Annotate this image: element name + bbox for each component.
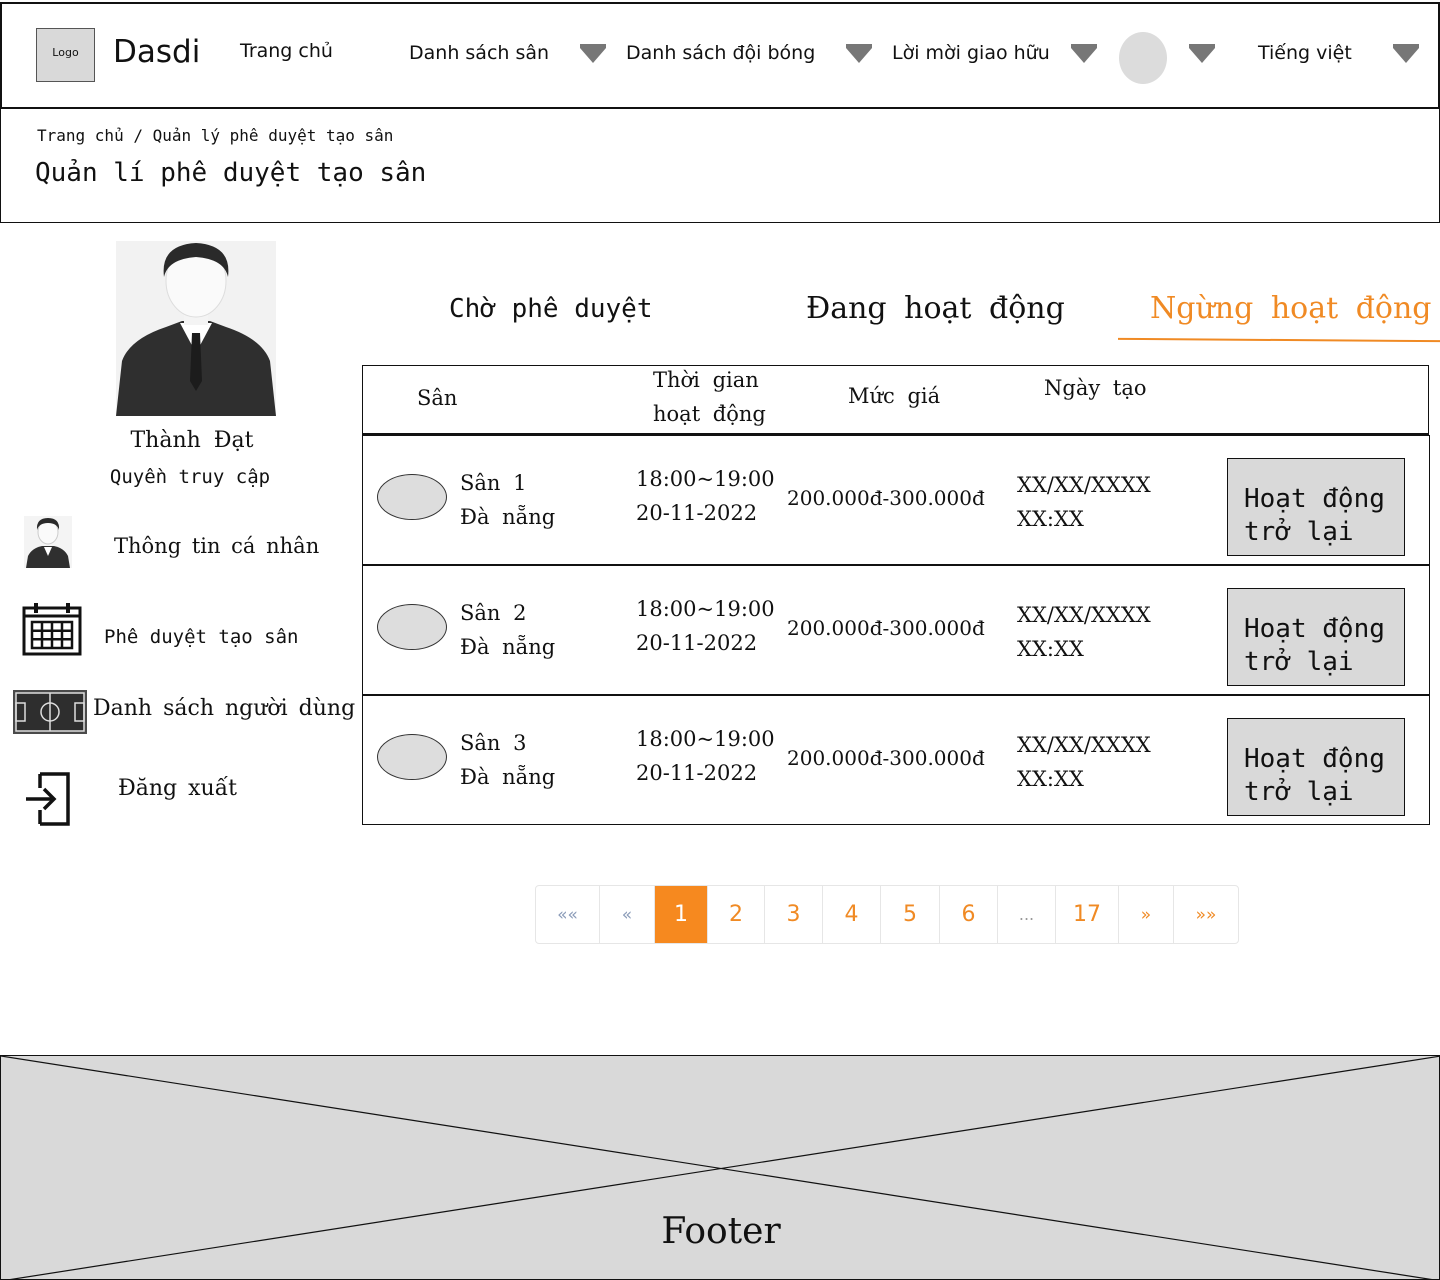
calendar-icon xyxy=(22,602,82,656)
field-name: Sân 2 xyxy=(460,601,527,625)
pagination: «« « 1 2 3 4 5 6 ... 17 » »» xyxy=(535,885,1239,944)
field-time: 18:00~19:00 xyxy=(636,597,775,621)
column-header-price: Mức giá xyxy=(848,384,941,408)
page-button-17[interactable]: 17 xyxy=(1056,886,1119,943)
field-name: Sân 3 xyxy=(460,731,527,755)
page-button-1[interactable]: 1 xyxy=(655,886,708,943)
created-date: XX/XX/XXXX xyxy=(1017,473,1151,497)
reactivate-label: trở lại xyxy=(1244,647,1354,677)
avatar[interactable] xyxy=(1119,32,1167,84)
sidebar-item-users[interactable]: Danh sách người dùng xyxy=(10,688,360,754)
top-navbar: Logo Dasdi Trang chủ Danh sách sân Danh … xyxy=(0,2,1440,109)
page-button-4[interactable]: 4 xyxy=(823,886,881,943)
nav-home-link[interactable]: Trang chủ xyxy=(240,40,333,62)
nav-teams-link[interactable]: Danh sách đội bóng xyxy=(626,42,815,64)
field-date: 20-11-2022 xyxy=(636,501,758,525)
reactivate-button[interactable]: Hoạt động trở lại xyxy=(1227,588,1405,686)
fields-table: Sân Thời gian hoạt động Mức giá Ngày tạo… xyxy=(362,365,1430,825)
logout-icon xyxy=(24,770,72,828)
field-time: 18:00~19:00 xyxy=(636,727,775,751)
field-price: 200.000đ-300.000đ xyxy=(787,746,985,770)
sidebar-item-profile[interactable]: Thông tin cá nhân xyxy=(10,514,360,580)
field-price: 200.000đ-300.000đ xyxy=(787,616,985,640)
field-thumbnail xyxy=(377,604,447,650)
footer-label: Footer xyxy=(661,1211,781,1252)
field-thumbnail xyxy=(377,474,447,520)
chevron-down-icon[interactable] xyxy=(1071,44,1097,63)
reactivate-label: Hoạt động xyxy=(1244,614,1385,644)
reactivate-button[interactable]: Hoạt động trở lại xyxy=(1227,718,1405,816)
tab-active[interactable]: Đang hoạt động xyxy=(806,291,1065,326)
created-date: XX/XX/XXXX xyxy=(1017,733,1151,757)
chevron-down-icon[interactable] xyxy=(580,44,606,63)
field-date: 20-11-2022 xyxy=(636,761,758,785)
table-row: Sân 3 Đà nẵng 18:00~19:00 20-11-2022 200… xyxy=(362,695,1430,825)
tab-active-indicator xyxy=(1117,337,1440,343)
created-time: XX:XX xyxy=(1017,637,1084,661)
chevron-down-icon[interactable] xyxy=(846,44,872,63)
chevron-down-icon[interactable] xyxy=(1393,44,1419,63)
page-button-6[interactable]: 6 xyxy=(940,886,998,943)
reactivate-label: Hoạt động xyxy=(1244,484,1385,514)
tab-stopped[interactable]: Ngừng hoạt động xyxy=(1150,291,1432,326)
sidebar-item-label: Thông tin cá nhân xyxy=(114,534,320,558)
column-header-time: hoạt động xyxy=(653,402,766,426)
nav-fields-link[interactable]: Danh sách sân xyxy=(409,42,549,64)
field-time: 18:00~19:00 xyxy=(636,467,775,491)
brand-name[interactable]: Dasdi xyxy=(113,34,200,70)
reactivate-button[interactable]: Hoạt động trở lại xyxy=(1227,458,1405,556)
profile-name: Thành Đạt xyxy=(130,428,254,453)
created-time: XX:XX xyxy=(1017,507,1084,531)
field-date: 20-11-2022 xyxy=(636,631,758,655)
chevron-down-icon[interactable] xyxy=(1189,44,1215,63)
person-icon xyxy=(24,516,72,568)
logo[interactable]: Logo xyxy=(36,28,95,82)
reactivate-label: Hoạt động xyxy=(1244,744,1385,774)
reactivate-label: trở lại xyxy=(1244,517,1354,547)
nav-invites-link[interactable]: Lời mời giao hữu xyxy=(892,42,1050,64)
page-title: Quản lí phê duyệt tạo sân xyxy=(35,158,427,188)
column-header-created: Ngày tạo xyxy=(1044,376,1147,400)
column-header-field: Sân xyxy=(417,386,458,410)
column-header-time: Thời gian xyxy=(653,368,759,392)
sidebar-item-label: Danh sách người dùng xyxy=(93,696,356,721)
reactivate-label: trở lại xyxy=(1244,777,1354,807)
sidebar-item-label: Đăng xuất xyxy=(118,776,238,801)
prev-page-button[interactable]: « xyxy=(600,886,655,943)
page-button-2[interactable]: 2 xyxy=(708,886,765,943)
page-header: Trang chủ / Quản lý phê duyệt tạo sân Qu… xyxy=(0,108,1440,223)
profile-role: Quyền truy cập xyxy=(109,466,271,488)
first-page-button[interactable]: «« xyxy=(536,886,600,943)
footer-placeholder: Footer xyxy=(0,1055,1440,1280)
page-button-3[interactable]: 3 xyxy=(765,886,823,943)
last-page-button[interactable]: »» xyxy=(1174,886,1238,943)
page-ellipsis: ... xyxy=(998,886,1056,943)
next-page-button[interactable]: » xyxy=(1119,886,1174,943)
created-time: XX:XX xyxy=(1017,767,1084,791)
sidebar-item-approval[interactable]: Phê duyệt tạo sân xyxy=(10,600,360,666)
profile-photo xyxy=(116,241,276,416)
sidebar-item-label: Phê duyệt tạo sân xyxy=(104,626,299,648)
table-row: Sân 1 Đà nẵng 18:00~19:00 20-11-2022 200… xyxy=(362,435,1430,565)
page-button-5[interactable]: 5 xyxy=(881,886,940,943)
field-price: 200.000đ-300.000đ xyxy=(787,486,985,510)
field-city: Đà nẵng xyxy=(460,765,556,789)
sidebar-item-logout[interactable]: Đăng xuất xyxy=(10,768,360,834)
created-date: XX/XX/XXXX xyxy=(1017,603,1151,627)
tab-pending[interactable]: Chờ phê duyệt xyxy=(449,294,653,324)
field-city: Đà nẵng xyxy=(460,635,556,659)
field-name: Sân 1 xyxy=(460,471,527,495)
language-selector[interactable]: Tiếng việt xyxy=(1258,42,1352,64)
breadcrumb[interactable]: Trang chủ / Quản lý phê duyệt tạo sân xyxy=(37,126,393,145)
table-row: Sân 2 Đà nẵng 18:00~19:00 20-11-2022 200… xyxy=(362,565,1430,695)
field-city: Đà nẵng xyxy=(460,505,556,529)
field-thumbnail xyxy=(377,734,447,780)
table-header: Sân Thời gian hoạt động Mức giá Ngày tạo xyxy=(362,365,1429,435)
football-field-icon xyxy=(13,690,87,734)
